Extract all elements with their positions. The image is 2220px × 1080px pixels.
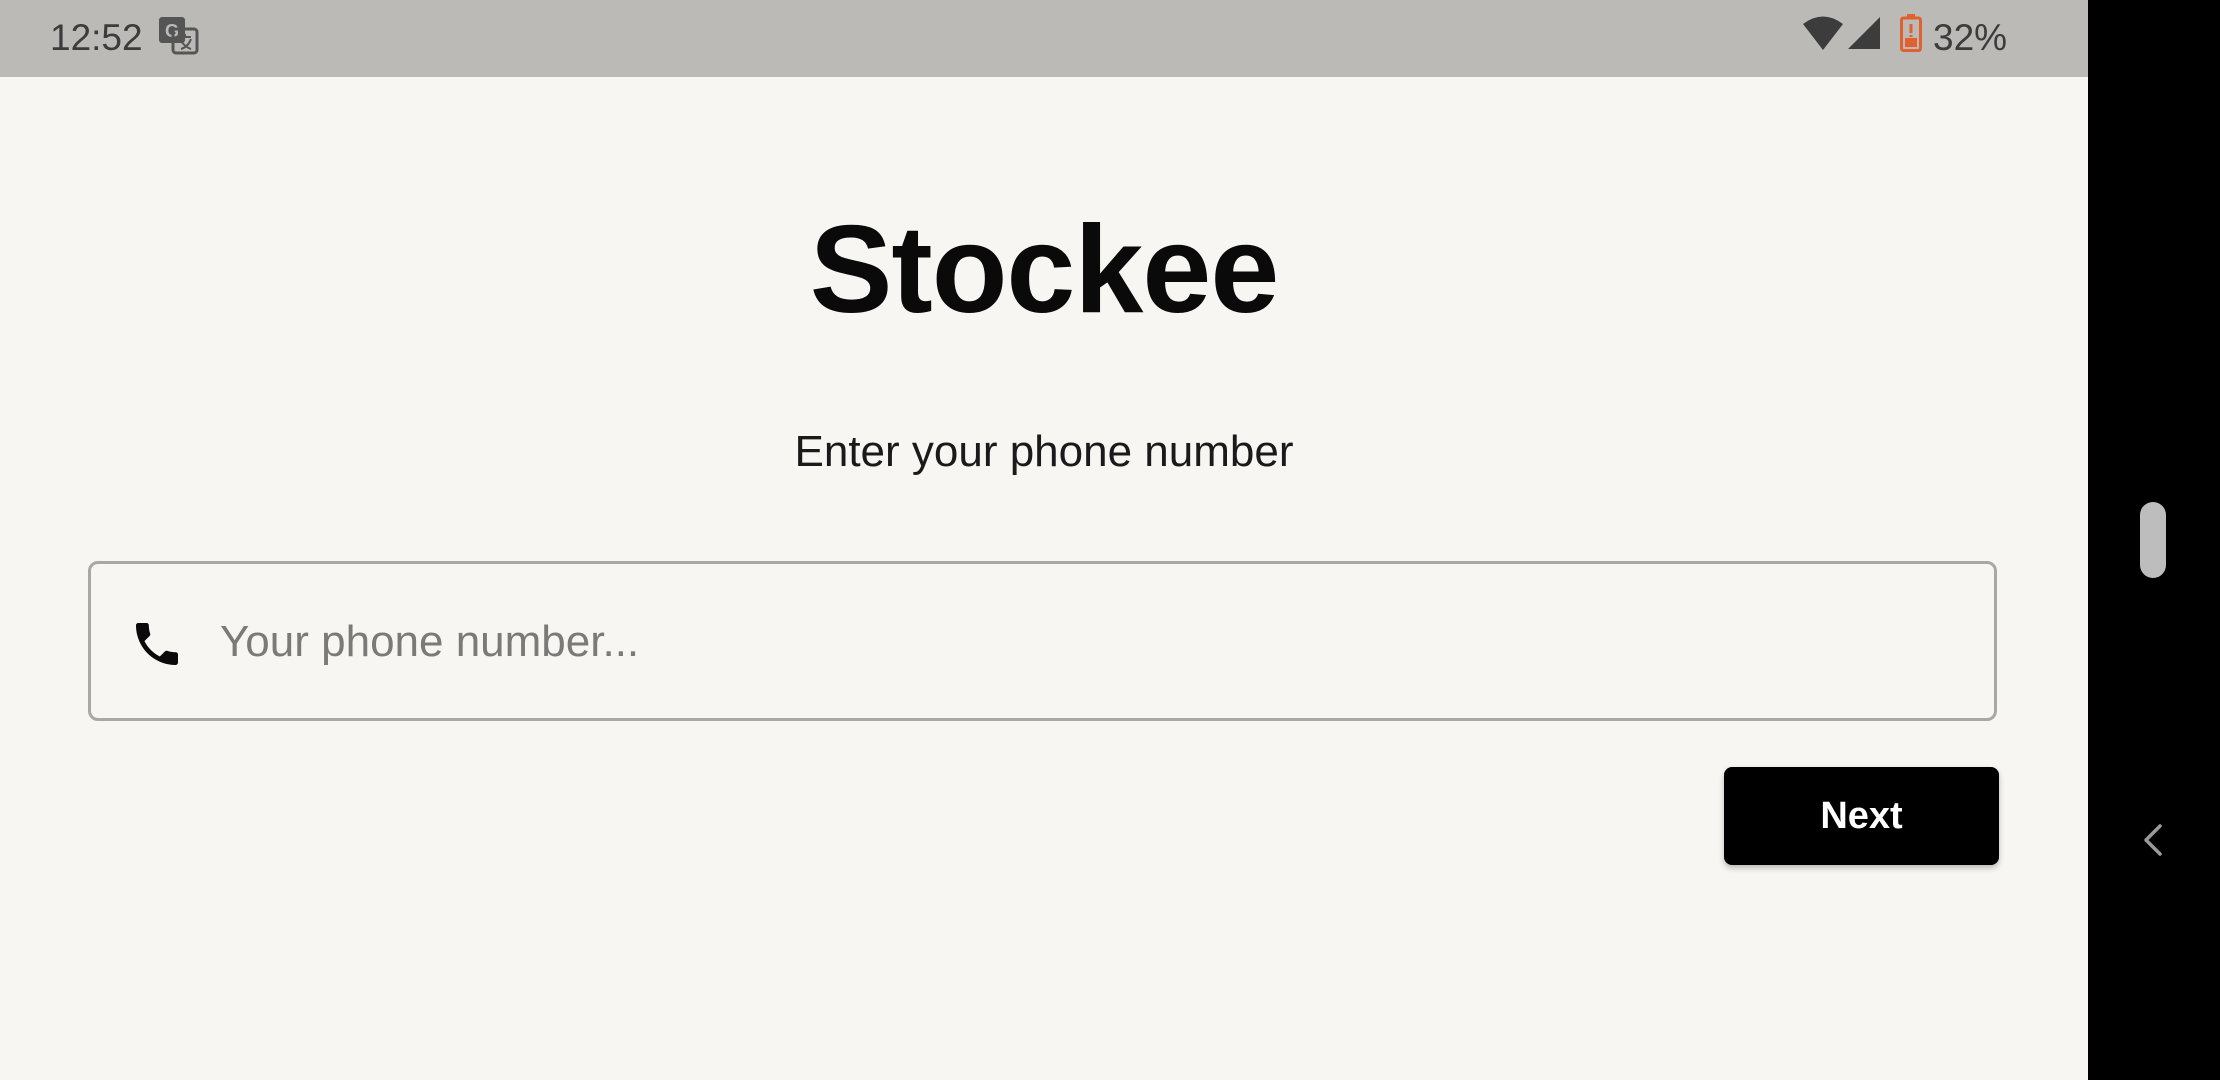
status-bar: 12:52 G 32% bbox=[0, 0, 2088, 77]
status-time: 12:52 bbox=[50, 17, 143, 58]
phone-icon bbox=[136, 623, 178, 665]
next-button[interactable]: Next bbox=[1724, 767, 1999, 865]
scroll-handle[interactable] bbox=[2140, 502, 2166, 578]
battery-icon bbox=[1900, 14, 1922, 52]
translate-icon: G bbox=[159, 17, 199, 55]
phone-number-input[interactable] bbox=[220, 594, 1940, 690]
instruction-text: Enter your phone number bbox=[794, 427, 1294, 476]
battery-percent: 32% bbox=[1933, 17, 2008, 58]
login-screen: 12:52 G 32% Stockee Enter your phone num… bbox=[0, 0, 2220, 1080]
wifi-icon bbox=[1803, 16, 1843, 50]
app-title: Stockee bbox=[809, 201, 1280, 339]
signal-icon bbox=[1848, 17, 1880, 49]
phone-number-field[interactable] bbox=[88, 561, 1997, 721]
back-icon[interactable] bbox=[2140, 822, 2168, 858]
